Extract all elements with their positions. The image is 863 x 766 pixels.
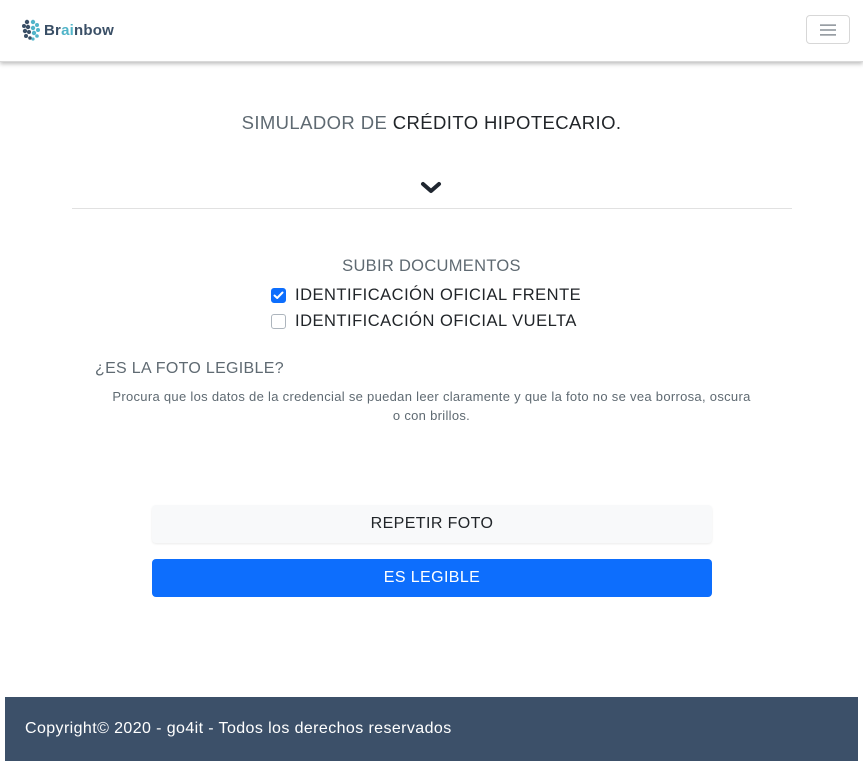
chevron-down-icon[interactable] <box>419 178 443 198</box>
upload-section-title: SUBIR DOCUMENTOS <box>342 257 521 275</box>
page-title: SIMULADOR DE CRÉDITO HIPOTECARIO. <box>0 112 863 134</box>
retake-photo-button[interactable]: REPETIR FOTO <box>152 505 712 543</box>
brand-name: Brainbow <box>44 22 114 39</box>
brand-name-part: ai <box>61 21 74 39</box>
checkmark-icon <box>273 291 284 299</box>
document-checkbox-back[interactable]: IDENTIFICACIÓN OFICIAL VUELTA <box>271 312 577 331</box>
navbar: Brainbow <box>0 0 863 62</box>
navbar-toggle-button[interactable] <box>806 15 850 44</box>
legibility-question: ¿ES LA FOTO LEGIBLE? <box>95 360 284 377</box>
checkbox-unchecked[interactable] <box>271 314 286 329</box>
is-legible-button[interactable]: ES LEGIBLE <box>152 559 712 597</box>
brand-name-part: nbow <box>74 21 114 39</box>
document-checkbox-front[interactable]: IDENTIFICACIÓN OFICIAL FRENTE <box>271 286 581 305</box>
page-title-main: CRÉDITO HIPOTECARIO. <box>392 112 622 133</box>
section-divider <box>72 208 792 209</box>
checkbox-checked[interactable] <box>271 288 286 303</box>
footer: Copyright© 2020 - go4it - Todos los dere… <box>5 697 858 761</box>
brain-logo-icon <box>22 19 40 41</box>
hamburger-menu-icon <box>820 24 836 35</box>
legibility-hint: Procura que los datos de la credencial s… <box>112 389 751 423</box>
page-title-prefix: SIMULADOR DE <box>241 112 388 133</box>
brand-name-part: Br <box>44 21 62 39</box>
brand-logo-link[interactable]: Brainbow <box>20 17 114 43</box>
document-label: IDENTIFICACIÓN OFICIAL FRENTE <box>295 286 582 304</box>
document-label: IDENTIFICACIÓN OFICIAL VUELTA <box>295 312 577 330</box>
footer-copyright: Copyright© 2020 - go4it - Todos los dere… <box>25 720 452 737</box>
